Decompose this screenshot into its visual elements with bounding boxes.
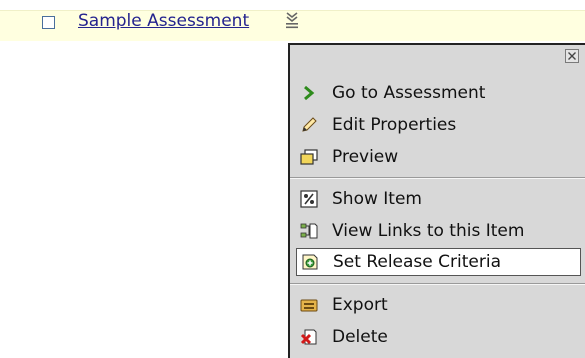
item-link[interactable]: Sample Assessment (78, 10, 249, 32)
menu-close-button[interactable] (565, 49, 579, 63)
menu-item-label: Delete (332, 327, 388, 347)
menu-item-label: Edit Properties (332, 115, 457, 135)
pencil-icon (302, 117, 317, 132)
release-criteria-icon (302, 254, 318, 270)
percent-icon (300, 190, 318, 208)
menu-item-label: Set Release Criteria (333, 252, 501, 272)
menu-item-label: Preview (332, 147, 399, 167)
menu-item-show-item[interactable]: Show Item (300, 185, 577, 213)
menu-item-edit-properties[interactable]: Edit Properties (300, 111, 577, 139)
preview-window-icon (300, 149, 318, 165)
export-icon (300, 299, 318, 312)
menu-item-view-links[interactable]: View Links to this Item (300, 217, 577, 245)
links-icon (300, 223, 318, 239)
close-icon (568, 52, 576, 60)
delete-icon (300, 329, 317, 345)
menu-item-delete[interactable]: Delete (300, 323, 577, 351)
menu-item-export[interactable]: Export (300, 291, 577, 319)
menu-separator (290, 283, 585, 285)
context-menu: Go to Assessment Edit Properties Preview (288, 43, 585, 358)
menu-item-label: Show Item (332, 189, 422, 209)
menu-item-go-to-assessment[interactable]: Go to Assessment (300, 79, 577, 107)
select-item-checkbox[interactable] (42, 16, 55, 29)
page: Sample Assessment Go to Assessment Edit … (0, 0, 585, 358)
menu-separator (290, 177, 585, 179)
menu-item-set-release-criteria[interactable]: Set Release Criteria (296, 248, 581, 276)
menu-item-label: Export (332, 295, 388, 315)
context-menu-toggle-icon[interactable] (284, 12, 300, 30)
menu-item-label: View Links to this Item (332, 221, 525, 241)
chevron-right-icon (304, 85, 315, 101)
menu-item-preview[interactable]: Preview (300, 143, 577, 171)
menu-item-label: Go to Assessment (332, 83, 486, 103)
